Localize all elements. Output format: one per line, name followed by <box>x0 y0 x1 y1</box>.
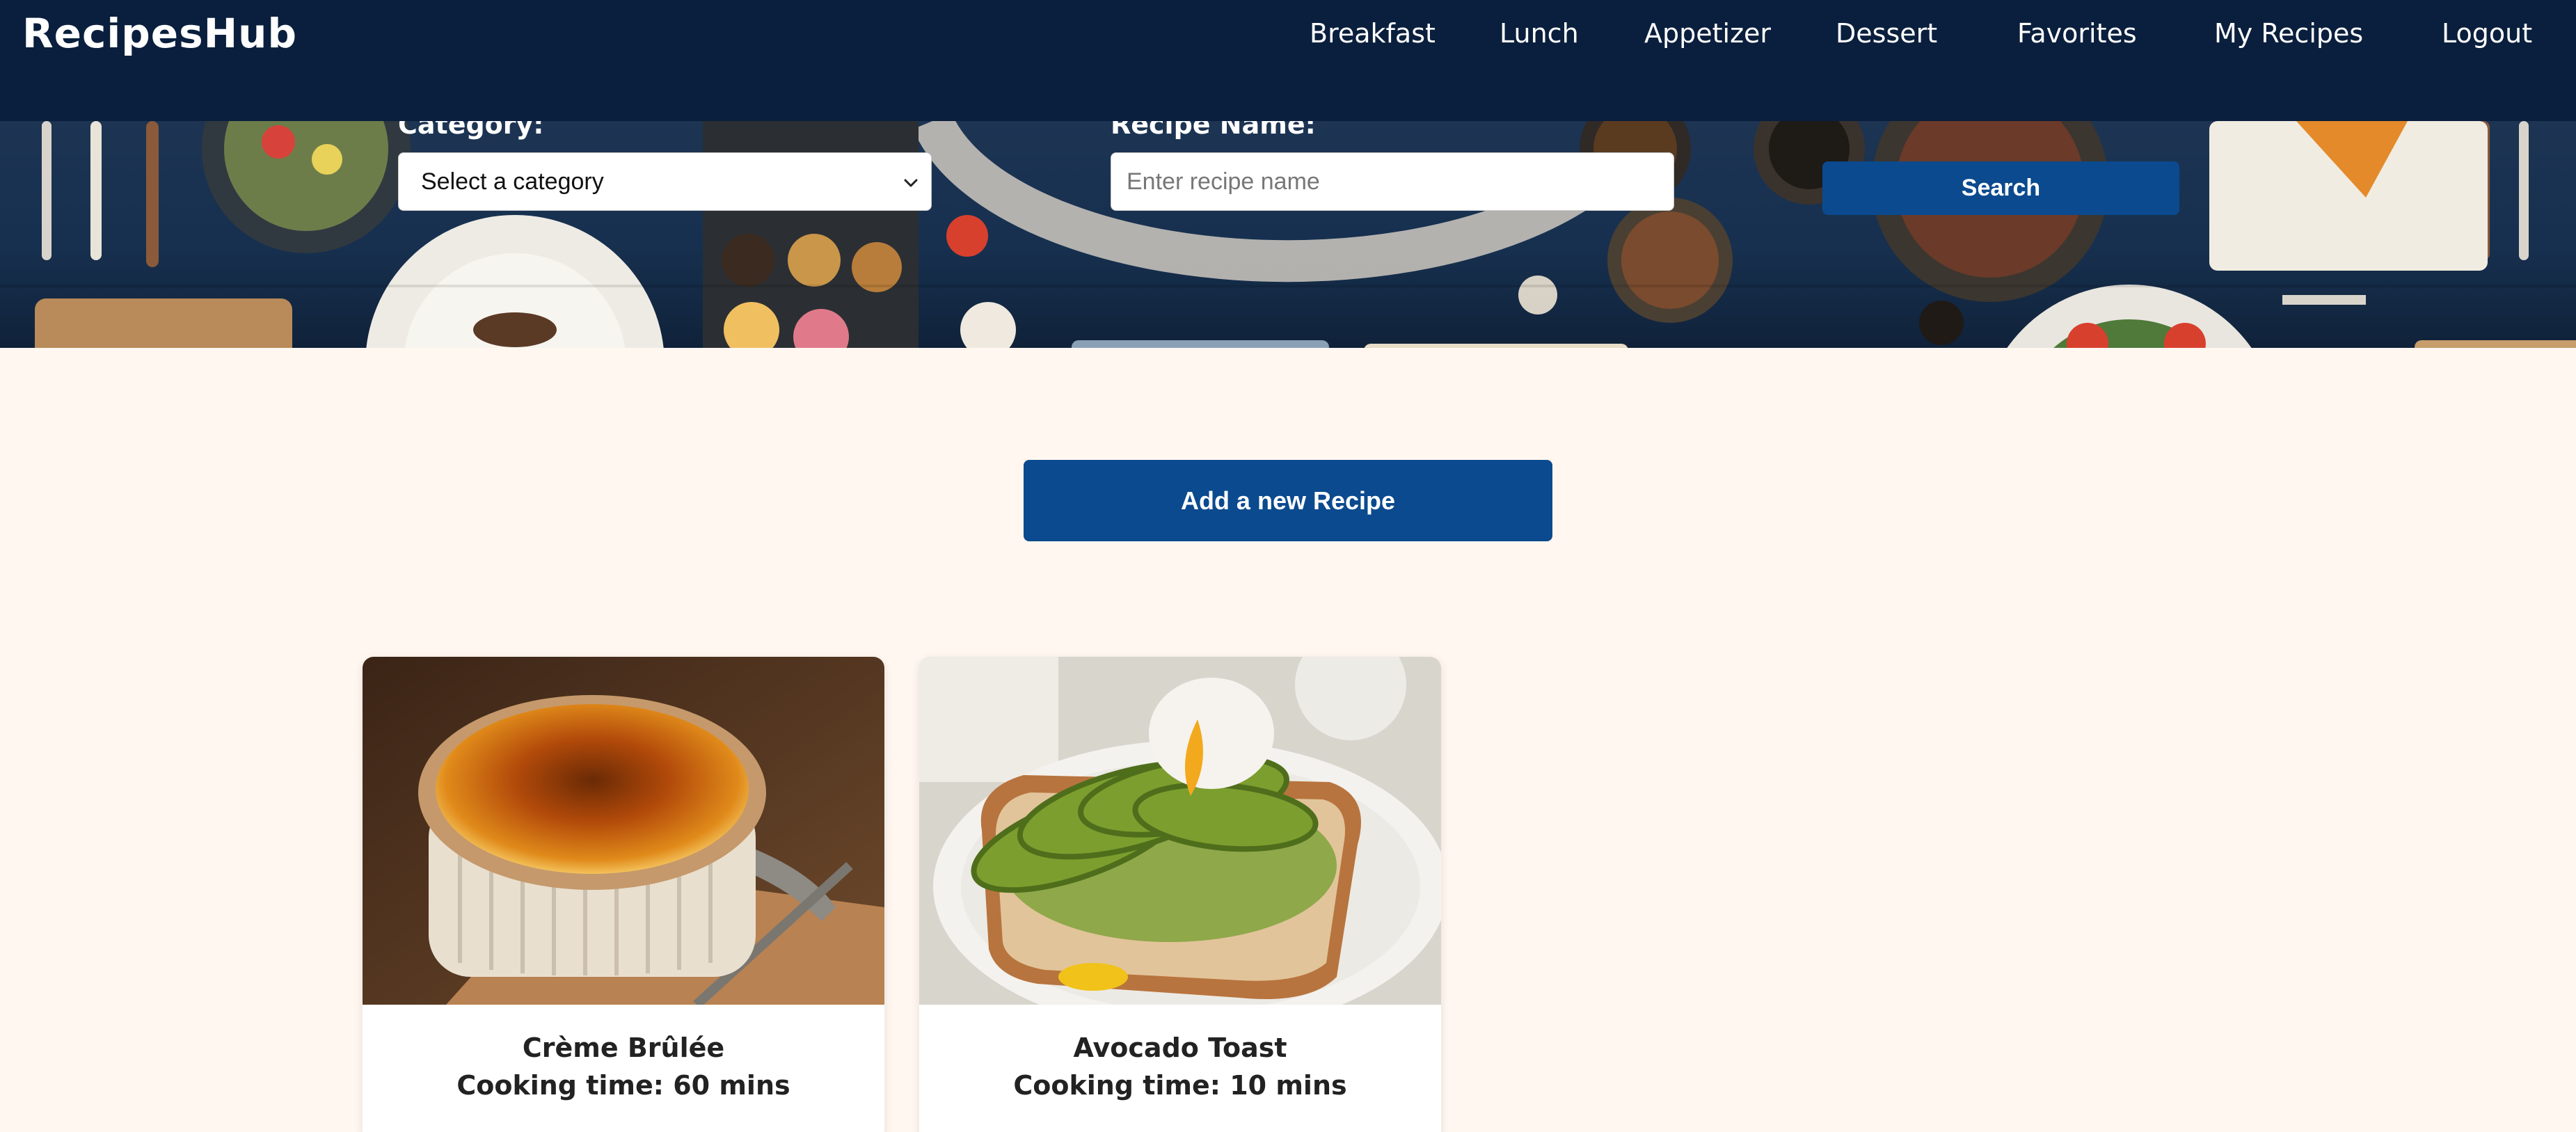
nav-item-my-recipes[interactable]: My Recipes <box>2214 18 2363 49</box>
recipe-cooking-time: Cooking time: 60 mins <box>456 1070 790 1101</box>
nav-item-logout[interactable]: Logout <box>2442 18 2532 49</box>
recipe-card[interactable]: Crème Brûlée Cooking time: 60 mins <box>363 657 884 1132</box>
nav-item-favorites[interactable]: Favorites <box>2017 18 2137 49</box>
brand-logo[interactable]: RecipesHub <box>22 10 297 57</box>
add-recipe-button[interactable]: Add a new Recipe <box>1024 460 1552 541</box>
recipe-title: Avocado Toast <box>1073 1033 1287 1063</box>
top-navigation-bar: RecipesHub Breakfast Lunch Appetizer Des… <box>0 0 2576 121</box>
avocado-toast-image <box>919 657 1441 1005</box>
nav-item-dessert[interactable]: Dessert <box>1836 18 1937 49</box>
recipe-name-label: Recipe Name: <box>1111 121 1316 140</box>
category-select-value: Select a category <box>421 168 604 195</box>
chevron-down-icon <box>904 179 918 187</box>
recipe-card[interactable]: Avocado Toast Cooking time: 10 mins <box>919 657 1441 1132</box>
creme-brulee-image <box>363 657 884 1005</box>
recipe-title: Crème Brûlée <box>522 1033 725 1063</box>
recipe-cooking-time: Cooking time: 10 mins <box>1013 1070 1347 1101</box>
nav-item-lunch[interactable]: Lunch <box>1500 18 1579 49</box>
category-label: Category: <box>398 121 544 140</box>
search-button[interactable]: Search <box>1822 161 2179 215</box>
category-select[interactable]: Select a category <box>398 152 932 211</box>
nav-item-breakfast[interactable]: Breakfast <box>1310 18 1436 49</box>
nav-item-appetizer[interactable]: Appetizer <box>1644 18 1771 49</box>
recipe-name-input[interactable] <box>1111 152 1674 211</box>
